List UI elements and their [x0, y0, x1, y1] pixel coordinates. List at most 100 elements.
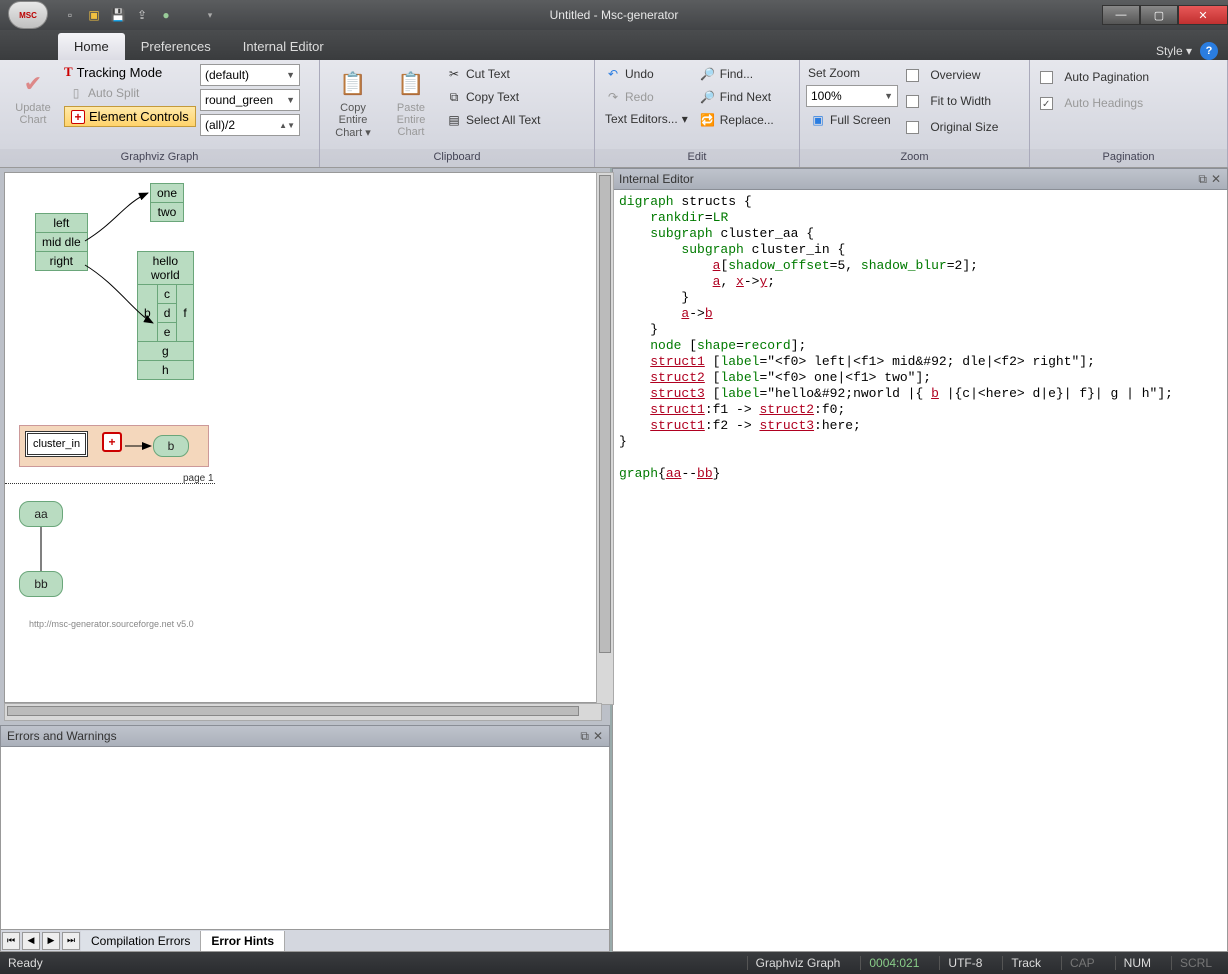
errors-body	[0, 747, 610, 930]
checkbox-icon	[906, 121, 919, 134]
main-area: one two left mid dle right hello world b…	[0, 168, 1228, 952]
graph-canvas[interactable]: one two left mid dle right hello world b…	[4, 172, 602, 703]
replace-button[interactable]: 🔁Replace...	[696, 110, 778, 130]
minimize-button[interactable]: —	[1102, 5, 1140, 25]
code-editor[interactable]: digraph structs { rankdir=LR subgraph cl…	[612, 190, 1228, 952]
help-icon[interactable]: ?	[1200, 42, 1218, 60]
auto-split-toggle[interactable]: ▯Auto Split	[64, 83, 196, 103]
nav-prev-icon[interactable]: ◀	[22, 932, 40, 950]
scroll-thumb[interactable]	[599, 175, 611, 653]
qat-open-icon[interactable]: ▣	[86, 7, 102, 23]
status-pos: 0004:021	[860, 956, 927, 970]
cell-two: two	[151, 203, 184, 222]
paste-entire-chart-button[interactable]: 📋 Paste EntireChart	[384, 64, 438, 142]
element-controls-button[interactable]: +Element Controls	[64, 106, 196, 127]
cluster-in-label: cluster_in	[25, 431, 88, 457]
design-select-2[interactable]: round_green▼	[200, 89, 300, 111]
struct2-node: one two	[150, 183, 184, 222]
cell-middle: mid dle	[36, 233, 88, 252]
design-select-1[interactable]: (default)▼	[200, 64, 300, 86]
tracking-mode-toggle[interactable]: TTracking Mode	[64, 64, 196, 80]
tab-preferences[interactable]: Preferences	[125, 33, 227, 60]
checkbox-icon	[1040, 71, 1053, 84]
auto-headings-toggle[interactable]: Auto Headings	[1036, 94, 1153, 112]
qat-dot-icon[interactable]: ●	[158, 7, 174, 23]
status-enc: UTF-8	[939, 956, 990, 970]
qat-more-icon[interactable]: ▾	[202, 7, 218, 23]
close-icon[interactable]: ✕	[593, 729, 603, 744]
left-column: one two left mid dle right hello world b…	[0, 168, 610, 952]
copy-text-button[interactable]: ⧉Copy Text	[442, 87, 544, 107]
copy-chart-icon: 📋	[337, 68, 369, 100]
auto-pagination-toggle[interactable]: Auto Pagination	[1036, 68, 1153, 86]
fit-width-toggle[interactable]: Fit to Width	[902, 92, 1002, 110]
page-label: page 1	[183, 473, 214, 484]
pin-icon[interactable]: ⧉	[1198, 172, 1207, 187]
pin-icon[interactable]: ⧉	[580, 729, 589, 744]
find-button[interactable]: 🔎Find...	[696, 64, 778, 84]
ribbon-tabbar: Home Preferences Internal Editor Style ▾…	[0, 30, 1228, 60]
status-lang: Graphviz Graph	[747, 956, 849, 970]
find-next-button[interactable]: 🔎Find Next	[696, 87, 778, 107]
redo-button[interactable]: ↷Redo	[601, 87, 692, 107]
status-track: Track	[1002, 956, 1049, 970]
tab-error-hints[interactable]: Error Hints	[201, 931, 285, 951]
zoom-select[interactable]: 100%▼	[806, 85, 898, 107]
set-zoom-label: Set Zoom	[806, 64, 898, 82]
update-chart-button[interactable]: ✔ Update Chart	[6, 64, 60, 130]
app-icon[interactable]: MSC	[8, 1, 48, 29]
redo-icon: ↷	[605, 89, 621, 105]
vertical-scrollbar[interactable]	[596, 172, 614, 705]
ribbon: ✔ Update Chart TTracking Mode ▯Auto Spli…	[0, 60, 1228, 168]
group-clipboard-label: Clipboard	[320, 149, 594, 167]
original-size-toggle[interactable]: Original Size	[902, 118, 1002, 136]
struct3-node: hello world bcf d e g h	[137, 251, 194, 380]
checkbox-icon	[906, 95, 919, 108]
checkbox-icon	[906, 69, 919, 82]
qat-new-icon[interactable]: ▫	[62, 7, 78, 23]
errors-title: Errors and Warnings	[7, 729, 117, 743]
status-scrl: SCRL	[1171, 956, 1220, 970]
cell-hello: hello world	[138, 252, 194, 285]
select-all-button[interactable]: ▤Select All Text	[442, 110, 544, 130]
cut-text-button[interactable]: ✂Cut Text	[442, 64, 544, 84]
tab-compilation-errors[interactable]: Compilation Errors	[81, 931, 201, 951]
close-icon[interactable]: ✕	[1211, 172, 1221, 187]
qat-export-icon[interactable]: ⇪	[134, 7, 150, 23]
scroll-thumb[interactable]	[7, 706, 579, 716]
undo-icon: ↶	[605, 66, 621, 82]
select-all-icon: ▤	[446, 112, 462, 128]
plus-badge-icon[interactable]: +	[102, 432, 122, 452]
page-select[interactable]: (all)/2▲▼	[200, 114, 300, 136]
titlebar: MSC ▫ ▣ 💾 ⇪ ● ▾ Untitled - Msc-generator…	[0, 0, 1228, 30]
tab-home[interactable]: Home	[58, 33, 125, 60]
paste-chart-icon: 📋	[395, 68, 427, 100]
status-num: NUM	[1115, 956, 1159, 970]
errors-panel: Errors and Warnings ⧉ ✕ ⏮ ◀ ▶ ⏭ Compilati…	[0, 725, 610, 952]
tracking-icon: T	[64, 64, 73, 80]
style-menu[interactable]: Style ▾	[1156, 44, 1192, 58]
tab-internal-editor[interactable]: Internal Editor	[227, 33, 340, 60]
chevron-down-icon: ▼	[884, 91, 893, 101]
maximize-button[interactable]: ▢	[1140, 5, 1178, 25]
overview-toggle[interactable]: Overview	[902, 66, 1002, 84]
full-screen-button[interactable]: ▣Full Screen	[806, 110, 898, 130]
errors-header: Errors and Warnings ⧉ ✕	[0, 725, 610, 747]
status-ready: Ready	[8, 956, 43, 970]
cell-left: left	[36, 214, 88, 233]
copy-entire-chart-button[interactable]: 📋 Copy EntireChart ▾	[326, 64, 380, 143]
cell-one: one	[151, 184, 184, 203]
status-cap: CAP	[1061, 956, 1103, 970]
nav-last-icon[interactable]: ⏭	[62, 932, 80, 950]
qat-save-icon[interactable]: 💾	[110, 7, 126, 23]
text-editors-button[interactable]: Text Editors... ▾	[601, 110, 692, 128]
undo-button[interactable]: ↶Undo	[601, 64, 692, 84]
nav-next-icon[interactable]: ▶	[42, 932, 60, 950]
internal-editor-title: Internal Editor	[619, 172, 694, 186]
close-button[interactable]: ✕	[1178, 5, 1228, 25]
plus-icon: +	[71, 110, 85, 124]
horizontal-scrollbar[interactable]	[4, 703, 602, 721]
fullscreen-icon: ▣	[810, 112, 826, 128]
canvas-wrapper: one two left mid dle right hello world b…	[0, 168, 610, 725]
nav-first-icon[interactable]: ⏮	[2, 932, 20, 950]
